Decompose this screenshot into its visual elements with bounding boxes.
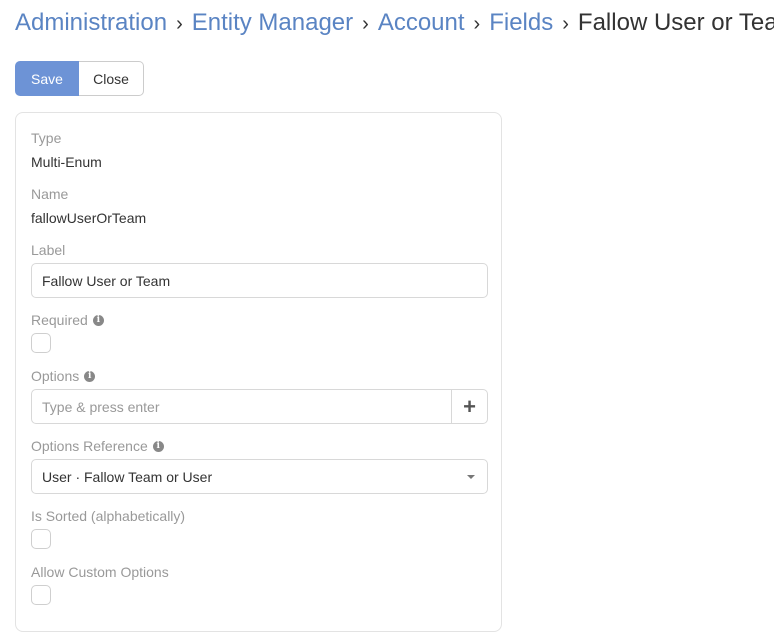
breadcrumb-separator: › (362, 13, 369, 35)
required-field: Required i (31, 311, 488, 353)
is-sorted-field: Is Sorted (alphabetically) (31, 507, 488, 549)
add-option-button[interactable]: + (452, 389, 488, 424)
breadcrumb-separator: › (473, 13, 481, 35)
options-reference-field: Options Reference i User · Fallow Team o… (31, 437, 488, 494)
label-input[interactable]: Fallow User or Team (31, 263, 488, 298)
options-reference-label: Options Reference (31, 438, 148, 454)
breadcrumb-administration[interactable]: Administration (15, 9, 167, 36)
allow-custom-options-field: Allow Custom Options (31, 563, 488, 605)
plus-icon: + (463, 393, 476, 419)
options-field: Options i Type & press enter + (31, 367, 488, 424)
name-field: Name fallowUserOrTeam (31, 185, 488, 227)
breadcrumb-entity-manager[interactable]: Entity Manager (192, 9, 353, 36)
save-button[interactable]: Save (15, 61, 79, 96)
name-label: Name (31, 186, 69, 202)
action-buttons: Save Close (15, 61, 144, 96)
type-label: Type (31, 130, 62, 146)
info-icon[interactable]: i (84, 370, 96, 382)
options-reference-value: User · Fallow Team or User (42, 468, 213, 485)
breadcrumb-separator: › (176, 13, 183, 35)
type-value: Multi-Enum (31, 154, 102, 170)
breadcrumb-separator: › (562, 13, 569, 35)
options-reference-select[interactable]: User · Fallow Team or User (31, 459, 488, 494)
field-edit-panel: Type Multi-Enum Name fallowUserOrTeam La… (15, 112, 502, 632)
required-label: Required (31, 312, 88, 328)
page-title: Fallow User or Team (577, 9, 774, 36)
label-field: Label Fallow User or Team (31, 241, 488, 298)
breadcrumb-account[interactable]: Account (378, 9, 465, 36)
options-input[interactable]: Type & press enter (31, 389, 452, 424)
allow-custom-options-label: Allow Custom Options (31, 564, 169, 580)
options-label: Options (31, 368, 80, 384)
options-input-group: Type & press enter + (31, 389, 488, 424)
required-checkbox[interactable] (31, 333, 51, 353)
info-icon[interactable]: i (152, 440, 164, 452)
chevron-down-icon (467, 474, 475, 479)
name-value: fallowUserOrTeam (31, 210, 147, 226)
close-button[interactable]: Close (79, 61, 144, 96)
allow-custom-options-checkbox[interactable] (31, 585, 51, 605)
is-sorted-label: Is Sorted (alphabetically) (31, 508, 186, 524)
type-field: Type Multi-Enum (31, 129, 488, 171)
label-label: Label (31, 242, 66, 258)
info-icon[interactable]: i (92, 314, 104, 326)
breadcrumb: Administration › Entity Manager › Account › Fi… (15, 6, 774, 41)
breadcrumb-fields[interactable]: Fields (489, 9, 553, 36)
is-sorted-checkbox[interactable] (31, 529, 51, 549)
